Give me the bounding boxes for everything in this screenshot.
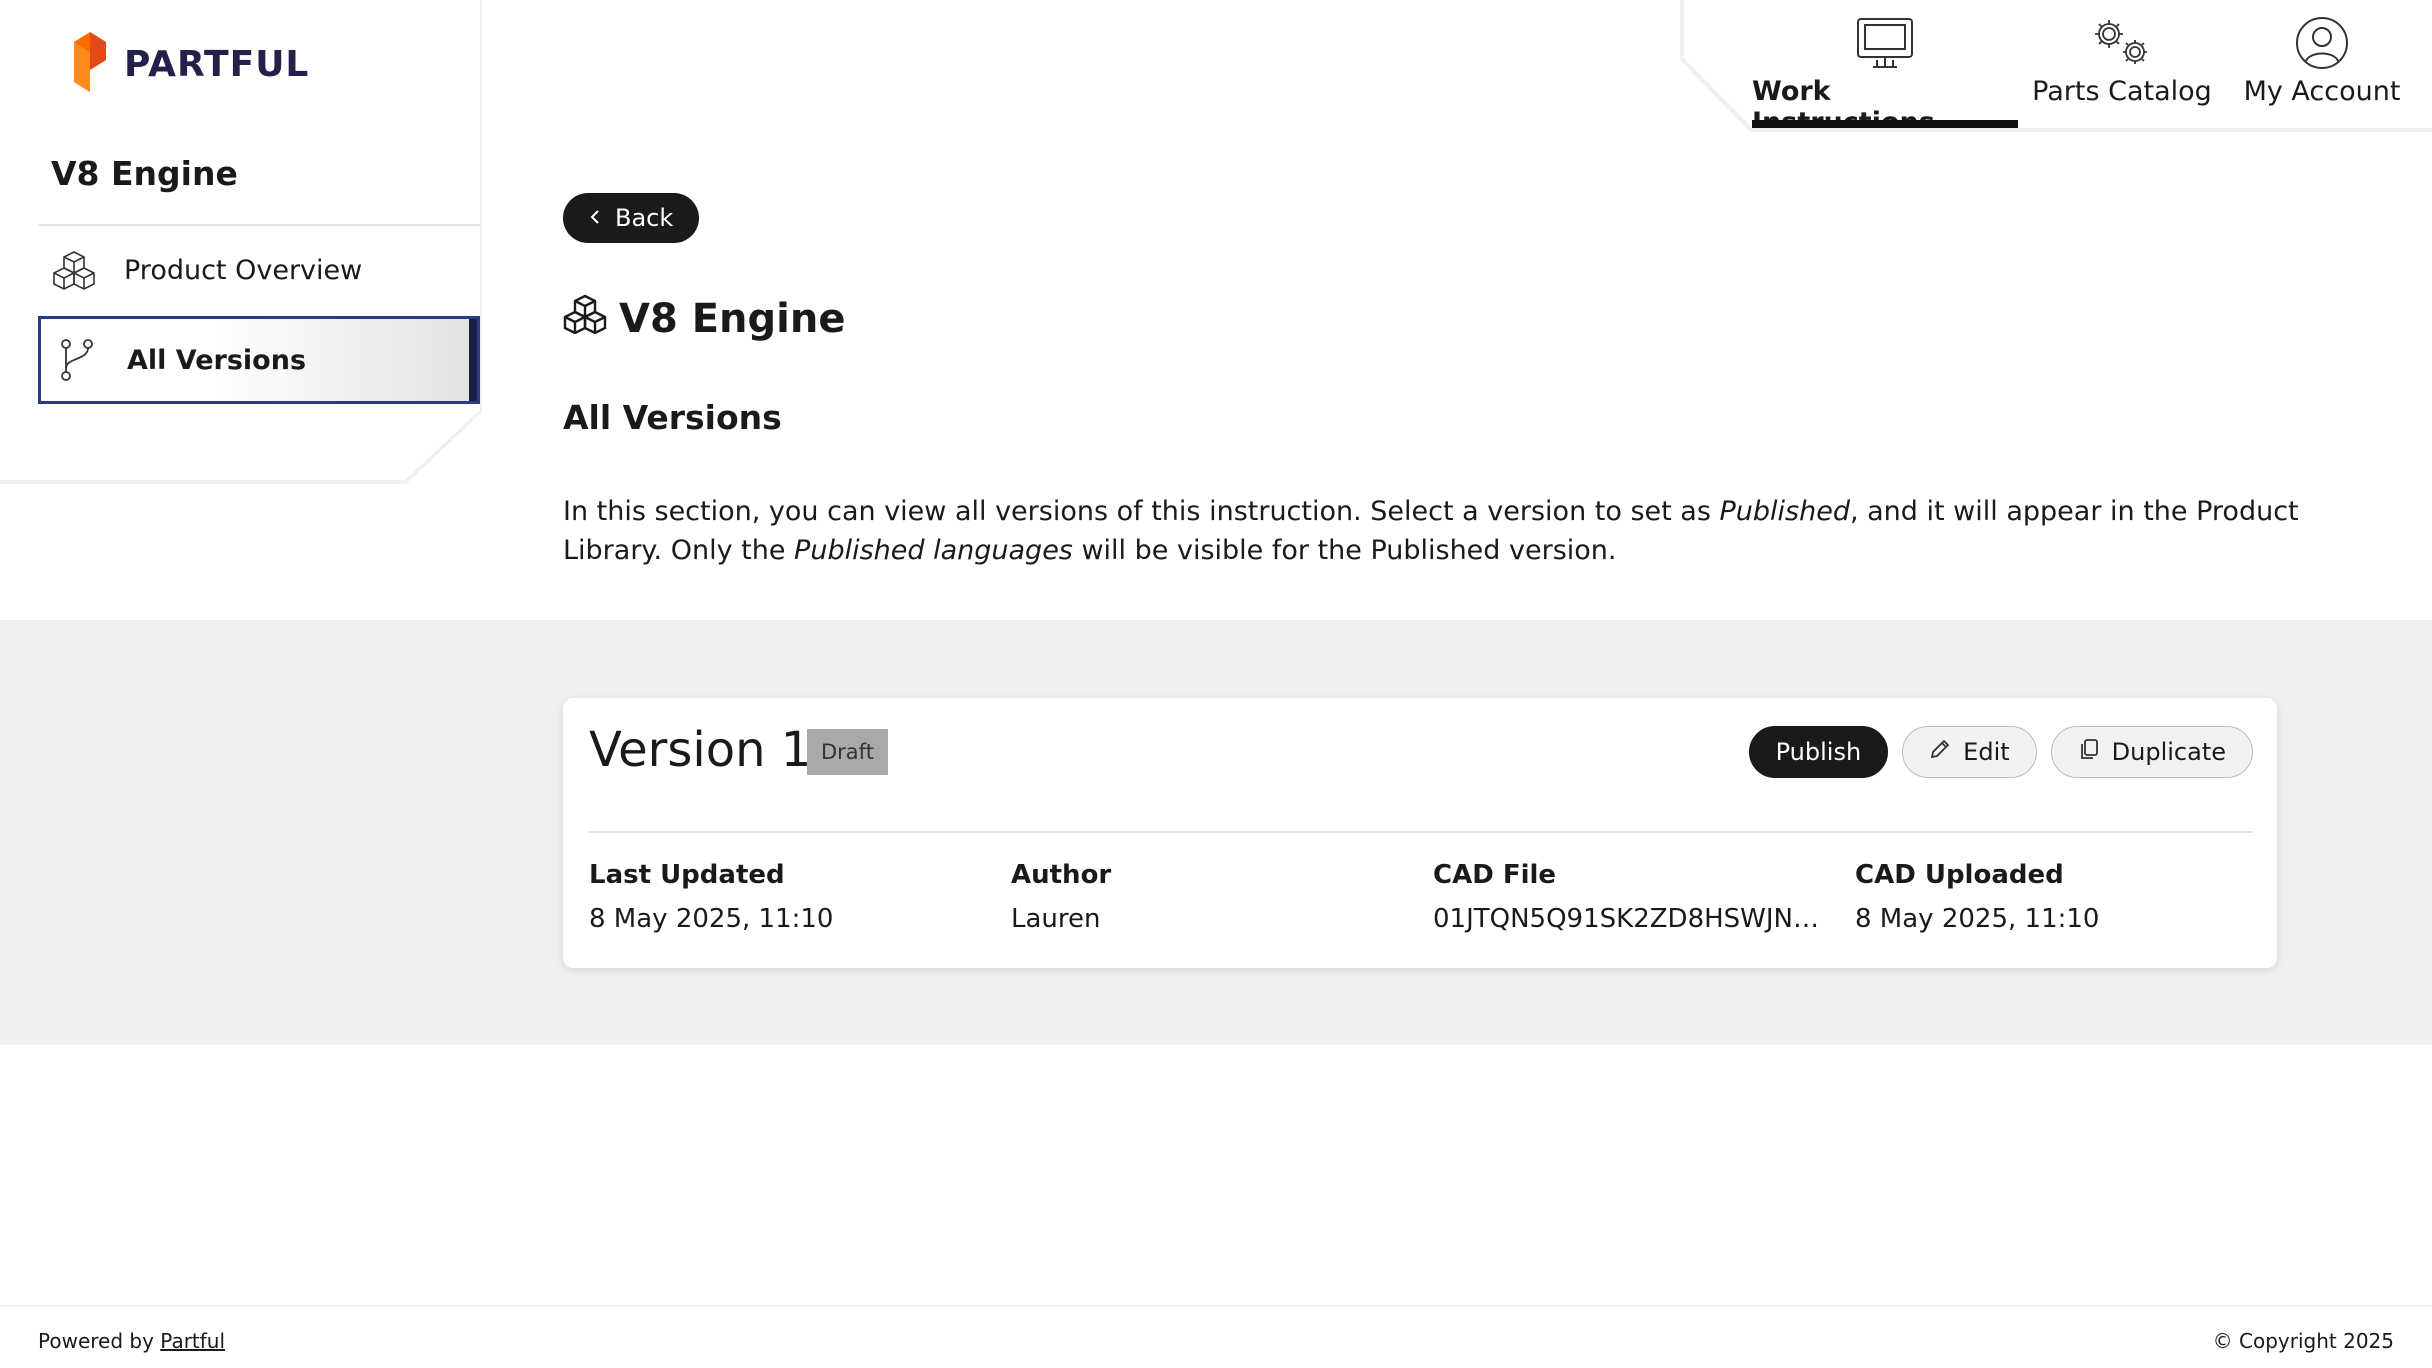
meta-value: 8 May 2025, 11:10 — [1855, 904, 2100, 934]
back-label: Back — [615, 204, 674, 232]
publish-label: Publish — [1775, 738, 1862, 766]
sidebar-item-product-overview[interactable]: Product Overview — [38, 226, 480, 314]
meta-label: Author — [1011, 860, 1112, 890]
sidebar-title: V8 Engine — [51, 154, 238, 193]
sidebar-item-all-versions[interactable]: All Versions — [38, 316, 480, 404]
powered-by-text: Powered by — [38, 1329, 154, 1353]
cubes-icon — [563, 294, 607, 344]
meta-cad-uploaded: CAD Uploaded 8 May 2025, 11:10 — [1855, 860, 2275, 934]
page-title: V8 Engine — [563, 294, 845, 344]
copy-icon — [2078, 737, 2100, 767]
meta-value: 01JTQN5Q91SK2ZD8HSWJNH16... — [1433, 904, 1833, 934]
edit-button[interactable]: Edit — [1902, 726, 2037, 778]
version-title: Version 1 — [589, 722, 812, 778]
sidebar-item-label: Product Overview — [124, 254, 363, 286]
meta-value: 8 May 2025, 11:10 — [589, 904, 834, 934]
top-navigation: Work Instructions Parts Catalog My Accou… — [1684, 0, 2432, 128]
duplicate-label: Duplicate — [2111, 738, 2226, 766]
nav-label: Parts Catalog — [2032, 76, 2212, 107]
meta-label: Last Updated — [589, 860, 785, 890]
meta-author: Author Lauren — [1011, 860, 1431, 934]
logo[interactable]: PARTFUL — [68, 32, 309, 96]
meta-label: CAD File — [1433, 860, 1557, 890]
sidebar: PARTFUL V8 Engine Product Overview All V… — [0, 0, 480, 480]
footer: Powered by Partful © Copyright 2025 — [0, 1305, 2432, 1368]
card-divider — [589, 831, 2253, 833]
section-title: All Versions — [563, 398, 782, 437]
gears-icon — [2089, 16, 2155, 70]
description-emphasis: Published languages — [794, 535, 1073, 566]
publish-button[interactable]: Publish — [1748, 726, 1889, 778]
monitor-icon — [1855, 16, 1915, 70]
nav-label: My Account — [2243, 76, 2401, 107]
version-card: Version 1 Draft Publish Edit Duplicate L… — [563, 698, 2277, 968]
partful-logo-icon — [68, 32, 110, 96]
section-description: In this section, you can view all versio… — [563, 492, 2323, 570]
copyright: © Copyright 2025 — [2212, 1329, 2394, 1353]
description-text: will be visible for the Published versio… — [1072, 535, 1617, 566]
meta-cad-file: CAD File 01JTQN5Q91SK2ZD8HSWJNH16... — [1433, 860, 1833, 934]
duplicate-button[interactable]: Duplicate — [2050, 726, 2253, 778]
page-title-text: V8 Engine — [619, 296, 846, 342]
status-badge: Draft — [807, 729, 888, 775]
back-button[interactable]: Back — [563, 193, 700, 243]
chevron-left-icon — [589, 204, 601, 232]
nav-parts-catalog[interactable]: Parts Catalog — [2032, 0, 2212, 128]
description-text: In this section, you can view all versio… — [563, 496, 1720, 527]
meta-last-updated: Last Updated 8 May 2025, 11:10 — [589, 860, 1009, 934]
powered-by: Powered by Partful — [38, 1329, 225, 1353]
brand-name: PARTFUL — [124, 43, 310, 85]
cubes-icon — [52, 248, 96, 292]
nav-my-account[interactable]: My Account — [2232, 0, 2412, 128]
description-emphasis: Published — [1719, 496, 1850, 527]
meta-label: CAD Uploaded — [1855, 860, 2064, 890]
nav-work-instructions[interactable]: Work Instructions — [1752, 0, 2018, 128]
sidebar-item-label: All Versions — [127, 344, 307, 376]
branch-icon — [55, 338, 99, 382]
pencil-icon — [1929, 738, 1951, 766]
meta-value: Lauren — [1011, 904, 1101, 934]
user-circle-icon — [2294, 16, 2350, 70]
version-actions: Publish Edit Duplicate — [1748, 726, 2253, 778]
edit-label: Edit — [1963, 738, 2010, 766]
partful-link[interactable]: Partful — [160, 1329, 225, 1353]
